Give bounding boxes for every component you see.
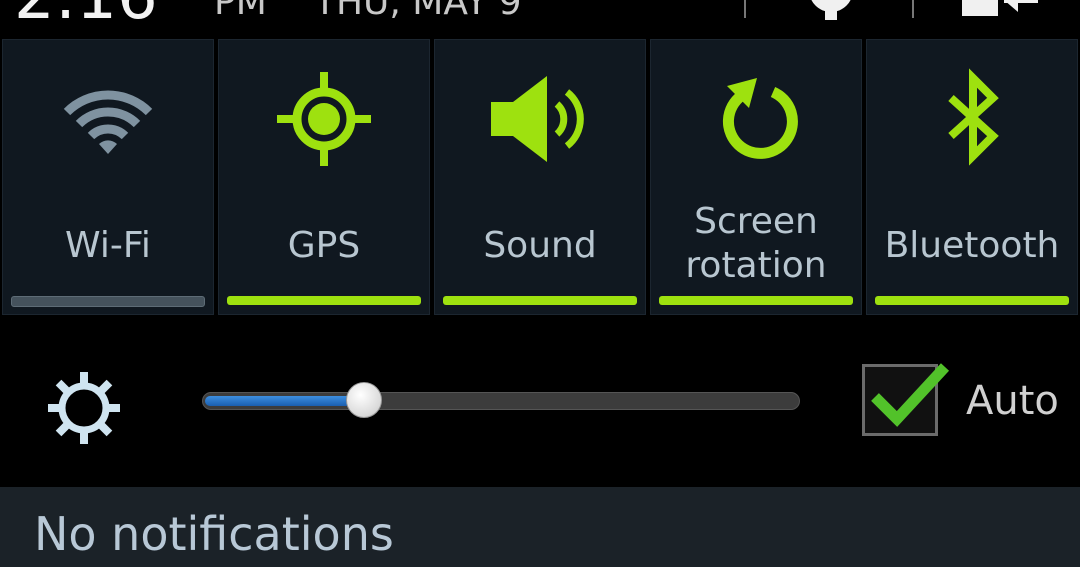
gps-icon bbox=[269, 64, 379, 174]
quick-setting-screen-rotation[interactable]: Screen rotation bbox=[650, 39, 862, 315]
quick-setting-sound[interactable]: Sound bbox=[434, 39, 646, 315]
brightness-icon bbox=[46, 370, 122, 446]
tile-label: GPS bbox=[287, 225, 361, 266]
status-indicator-off bbox=[11, 296, 205, 307]
auto-brightness-label: Auto bbox=[966, 378, 1059, 424]
quick-setting-bluetooth[interactable]: Bluetooth bbox=[866, 39, 1078, 315]
checkmark-icon bbox=[871, 363, 950, 427]
tile-label: Bluetooth bbox=[884, 225, 1060, 266]
brightness-slider[interactable] bbox=[202, 382, 800, 418]
no-notifications-text: No notifications bbox=[34, 507, 394, 561]
clock-time: 2:16 bbox=[14, 0, 158, 34]
status-indicator-on bbox=[227, 296, 421, 305]
status-bar: 2:16 PM THU, MAY 9 bbox=[0, 0, 1080, 38]
sound-icon bbox=[485, 64, 595, 174]
notifications-panel: No notifications bbox=[0, 487, 1080, 567]
wifi-icon bbox=[53, 64, 163, 174]
bluetooth-icon bbox=[917, 64, 1027, 174]
quick-setting-wifi[interactable]: Wi-Fi bbox=[2, 39, 214, 315]
status-divider bbox=[912, 0, 914, 18]
status-divider bbox=[744, 0, 746, 18]
status-indicator-on bbox=[443, 296, 637, 305]
tile-label: Wi-Fi bbox=[65, 225, 151, 266]
brightness-slider-fill bbox=[205, 396, 364, 406]
gear-icon[interactable] bbox=[796, 0, 866, 28]
tile-label-line: rotation bbox=[685, 245, 827, 286]
tile-label: Screen rotation bbox=[651, 200, 861, 288]
notification-toggle-icon[interactable] bbox=[960, 0, 1040, 28]
clock-date: THU, MAY 9 bbox=[314, 0, 522, 23]
rotation-icon bbox=[701, 64, 811, 174]
auto-brightness-checkbox[interactable] bbox=[862, 363, 950, 436]
status-indicator-on bbox=[875, 296, 1069, 305]
brightness-slider-thumb[interactable] bbox=[346, 382, 382, 418]
clock-ampm: PM bbox=[214, 0, 267, 23]
quick-settings-panel: Wi-Fi GPS Sound Screen rotation Bluetoot… bbox=[0, 39, 1080, 317]
status-indicator-on bbox=[659, 296, 853, 305]
quick-setting-gps[interactable]: GPS bbox=[218, 39, 430, 315]
tile-label: Sound bbox=[483, 225, 597, 266]
tile-label-line: Screen bbox=[694, 201, 818, 242]
brightness-control: Auto bbox=[0, 318, 1080, 486]
